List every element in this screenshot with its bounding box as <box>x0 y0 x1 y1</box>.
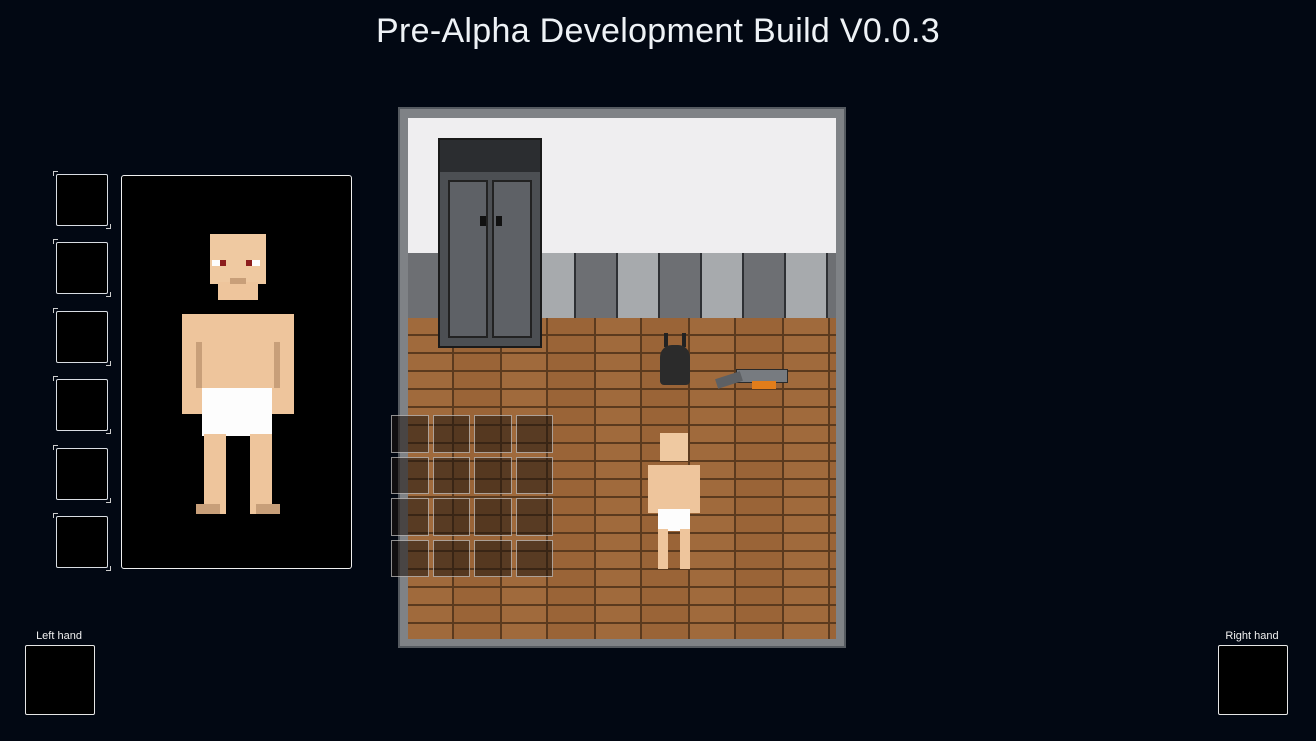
inventory-cell[interactable] <box>515 498 553 536</box>
character-preview-panel <box>121 175 352 569</box>
inventory-cell[interactable] <box>474 456 512 494</box>
equipment-slot-4[interactable] <box>53 376 111 434</box>
backpack-icon[interactable] <box>658 333 692 387</box>
inventory-cell[interactable] <box>432 539 470 577</box>
equipment-slot-2[interactable] <box>53 239 111 297</box>
inventory-cell[interactable] <box>432 415 470 453</box>
inventory-cell[interactable] <box>391 539 429 577</box>
shotgun-icon[interactable] <box>715 365 788 395</box>
inventory-cell[interactable] <box>432 456 470 494</box>
inventory-cell[interactable] <box>515 539 553 577</box>
left-hand-slot[interactable] <box>25 645 95 715</box>
character-portrait <box>182 234 294 518</box>
inventory-cell[interactable] <box>474 498 512 536</box>
equipment-slot-6[interactable] <box>53 513 111 571</box>
inventory-cell[interactable] <box>391 456 429 494</box>
inventory-grid <box>391 415 553 577</box>
equipment-slot-3[interactable] <box>53 308 111 366</box>
equipment-slot-5[interactable] <box>53 445 111 503</box>
inventory-cell[interactable] <box>391 415 429 453</box>
left-hand-label: Left hand <box>36 630 82 642</box>
inventory-cell[interactable] <box>474 539 512 577</box>
player-character[interactable] <box>648 433 700 573</box>
equipment-slot-1[interactable] <box>53 171 111 229</box>
inventory-cell[interactable] <box>432 498 470 536</box>
page-title: Pre-Alpha Development Build V0.0.3 <box>376 12 940 50</box>
wardrobe[interactable] <box>438 138 542 348</box>
right-hand-label: Right hand <box>1225 630 1279 642</box>
inventory-cell[interactable] <box>474 415 512 453</box>
right-hand-slot[interactable] <box>1218 645 1288 715</box>
inventory-cell[interactable] <box>391 498 429 536</box>
inventory-cell[interactable] <box>515 415 553 453</box>
inventory-cell[interactable] <box>515 456 553 494</box>
